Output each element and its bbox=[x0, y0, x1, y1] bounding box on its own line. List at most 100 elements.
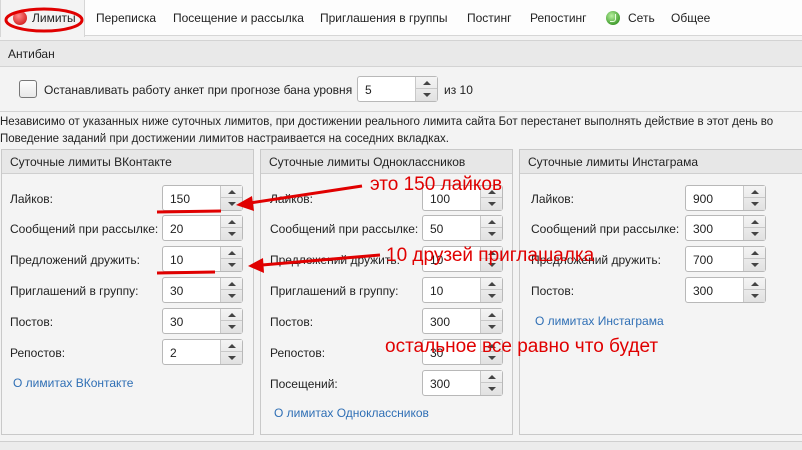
increment-arrow-icon[interactable] bbox=[744, 186, 765, 198]
tab-messages-label: Переписка bbox=[96, 11, 157, 25]
tab-reposting[interactable]: Репостинг bbox=[530, 0, 587, 36]
ig-friends-spinner[interactable]: 700 bbox=[685, 246, 766, 272]
decrement-arrow-icon[interactable] bbox=[221, 321, 242, 333]
ban-stop-label[interactable]: Останавливать работу анкет при прогнозе … bbox=[44, 83, 352, 97]
increment-arrow-icon[interactable] bbox=[744, 278, 765, 290]
increment-arrow-icon[interactable] bbox=[481, 371, 502, 383]
tab-visits-mailing[interactable]: Посещение и рассылка bbox=[173, 0, 304, 36]
ig-messages-spinner[interactable]: 300 bbox=[685, 215, 766, 241]
ok-visits-label: Посещений: bbox=[270, 377, 338, 391]
tab-network[interactable]: Сеть bbox=[606, 0, 662, 36]
ban-level-spinner[interactable]: 5 bbox=[357, 76, 438, 102]
ok-invites-spinner[interactable]: 10 bbox=[422, 277, 503, 303]
ban-level-value[interactable]: 5 bbox=[365, 83, 372, 97]
ok-posts-spinner[interactable]: 300 bbox=[422, 308, 503, 334]
vk-reposts-value[interactable]: 2 bbox=[170, 346, 177, 360]
decrement-arrow-icon[interactable] bbox=[416, 89, 437, 101]
decrement-arrow-icon[interactable] bbox=[744, 228, 765, 240]
vk-invites-label: Приглашений в группу: bbox=[10, 284, 139, 298]
decrement-arrow-icon[interactable] bbox=[481, 198, 502, 210]
vk-posts-value[interactable]: 30 bbox=[170, 315, 183, 329]
ok-limits-link[interactable]: О лимитах Одноклассников bbox=[274, 406, 429, 420]
decrement-arrow-icon[interactable] bbox=[221, 228, 242, 240]
ok-messages-value[interactable]: 50 bbox=[430, 222, 443, 236]
increment-arrow-icon[interactable] bbox=[221, 186, 242, 198]
increment-arrow-icon[interactable] bbox=[221, 278, 242, 290]
vk-messages-spinner[interactable]: 20 bbox=[162, 215, 243, 241]
vk-limits-header: Суточные лимиты ВКонтакте bbox=[2, 150, 253, 174]
tab-bar: Лимиты Переписка Посещение и рассылка Пр… bbox=[0, 0, 802, 37]
ok-messages-label: Сообщений при рассылке: bbox=[270, 222, 419, 236]
vk-reposts-label: Репостов: bbox=[10, 346, 66, 360]
decrement-arrow-icon[interactable] bbox=[744, 290, 765, 302]
antiban-header: Антибан bbox=[0, 41, 802, 67]
ig-posts-value[interactable]: 300 bbox=[693, 284, 713, 298]
increment-arrow-icon[interactable] bbox=[221, 216, 242, 228]
ig-posts-arrows bbox=[743, 278, 765, 302]
tab-general-label: Общее bbox=[671, 11, 711, 25]
vk-likes-spinner[interactable]: 150 bbox=[162, 185, 243, 211]
vk-invites-value[interactable]: 30 bbox=[170, 284, 183, 298]
tab-limits[interactable]: Лимиты bbox=[0, 0, 85, 37]
ban-level-of-label: из 10 bbox=[444, 83, 473, 97]
decrement-arrow-icon[interactable] bbox=[481, 383, 502, 395]
vk-friends-label: Предложений дружить: bbox=[10, 253, 140, 267]
ig-messages-value[interactable]: 300 bbox=[693, 222, 713, 236]
ok-friends-label: Предложений дружить: bbox=[270, 253, 400, 267]
increment-arrow-icon[interactable] bbox=[416, 77, 437, 89]
ok-visits-value[interactable]: 300 bbox=[430, 377, 450, 391]
vk-friends-spinner[interactable]: 10 bbox=[162, 246, 243, 272]
ban-level-arrows bbox=[415, 77, 437, 101]
ok-messages-arrows bbox=[480, 216, 502, 240]
ok-invites-value[interactable]: 10 bbox=[430, 284, 443, 298]
ok-messages-spinner[interactable]: 50 bbox=[422, 215, 503, 241]
ig-limits-header: Суточные лимиты Инстаграма bbox=[520, 150, 802, 174]
decrement-arrow-icon[interactable] bbox=[221, 259, 242, 271]
increment-arrow-icon[interactable] bbox=[481, 278, 502, 290]
decrement-arrow-icon[interactable] bbox=[221, 352, 242, 364]
decrement-arrow-icon[interactable] bbox=[481, 321, 502, 333]
ok-posts-value[interactable]: 300 bbox=[430, 315, 450, 329]
ban-stop-checkbox[interactable] bbox=[19, 80, 37, 98]
vk-messages-value[interactable]: 20 bbox=[170, 222, 183, 236]
decrement-arrow-icon[interactable] bbox=[744, 259, 765, 271]
antiban-section: Антибан Останавливать работу анкет при п… bbox=[0, 40, 802, 112]
ig-friends-value[interactable]: 700 bbox=[693, 253, 713, 267]
ig-posts-spinner[interactable]: 300 bbox=[685, 277, 766, 303]
vk-friends-value[interactable]: 10 bbox=[170, 253, 183, 267]
ig-likes-arrows bbox=[743, 186, 765, 210]
ig-limits-link[interactable]: О лимитах Инстаграма bbox=[535, 314, 664, 328]
tab-general[interactable]: Общее bbox=[671, 0, 710, 36]
increment-arrow-icon[interactable] bbox=[481, 216, 502, 228]
decrement-arrow-icon[interactable] bbox=[481, 228, 502, 240]
increment-arrow-icon[interactable] bbox=[221, 309, 242, 321]
ig-likes-spinner[interactable]: 900 bbox=[685, 185, 766, 211]
increment-arrow-icon[interactable] bbox=[744, 216, 765, 228]
vk-likes-value[interactable]: 150 bbox=[170, 192, 190, 206]
vk-posts-arrows bbox=[220, 309, 242, 333]
decrement-arrow-icon[interactable] bbox=[221, 198, 242, 210]
vk-posts-spinner[interactable]: 30 bbox=[162, 308, 243, 334]
vk-likes-label: Лайков: bbox=[10, 192, 54, 206]
increment-arrow-icon[interactable] bbox=[221, 247, 242, 259]
ok-visits-spinner[interactable]: 300 bbox=[422, 370, 503, 396]
vk-reposts-spinner[interactable]: 2 bbox=[162, 339, 243, 365]
tab-posting-label: Постинг bbox=[467, 11, 512, 25]
increment-arrow-icon[interactable] bbox=[481, 309, 502, 321]
tab-group-invites[interactable]: Приглашения в группы bbox=[320, 0, 448, 36]
ig-likes-value[interactable]: 900 bbox=[693, 192, 713, 206]
ok-visits-arrows bbox=[480, 371, 502, 395]
vk-invites-spinner[interactable]: 30 bbox=[162, 277, 243, 303]
decrement-arrow-icon[interactable] bbox=[744, 198, 765, 210]
tab-limits-label: Лимиты bbox=[32, 11, 76, 25]
decrement-arrow-icon[interactable] bbox=[481, 290, 502, 302]
increment-arrow-icon[interactable] bbox=[221, 340, 242, 352]
vk-limits-title: Суточные лимиты ВКонтакте bbox=[10, 155, 172, 169]
vk-reposts-arrows bbox=[220, 340, 242, 364]
tab-messages[interactable]: Переписка bbox=[96, 0, 156, 36]
annotation-rest-note: остальное все равно что будет bbox=[385, 336, 659, 357]
decrement-arrow-icon[interactable] bbox=[221, 290, 242, 302]
tab-posting[interactable]: Постинг bbox=[467, 0, 512, 36]
vk-limits-link[interactable]: О лимитах ВКонтакте bbox=[13, 376, 133, 390]
increment-arrow-icon[interactable] bbox=[744, 247, 765, 259]
